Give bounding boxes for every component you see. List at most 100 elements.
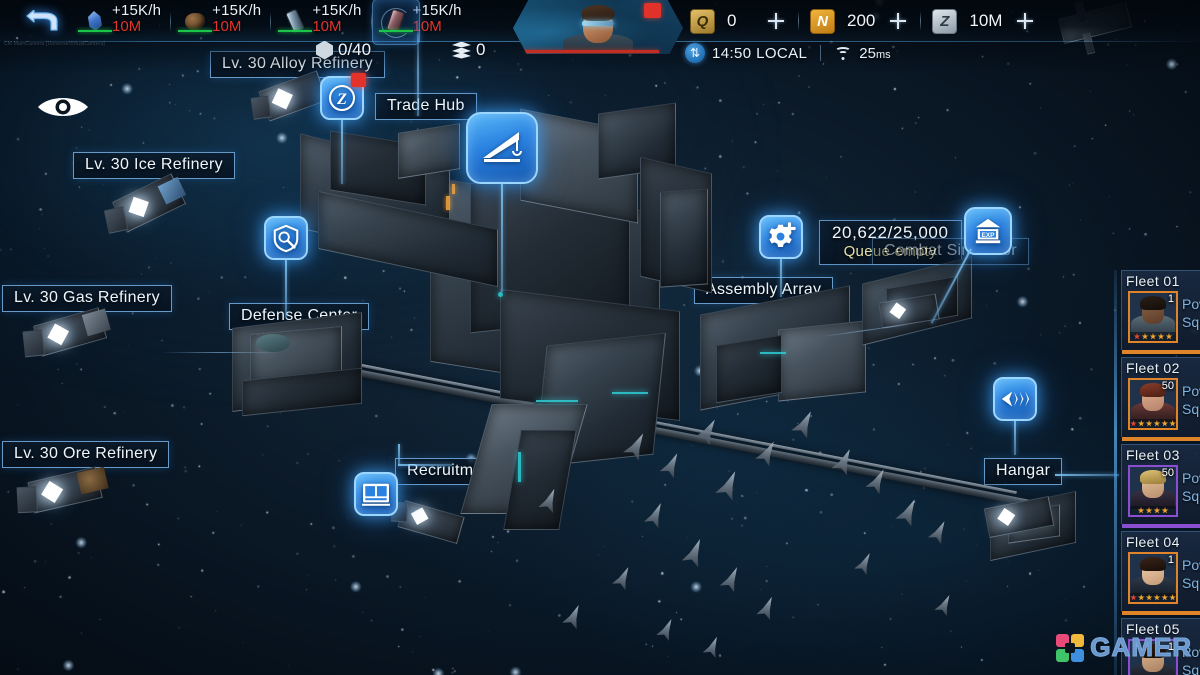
currency-zeny[interactable]: Z 10M	[932, 8, 1036, 34]
fleet-title: Fleet 04	[1126, 534, 1180, 550]
wifi-icon	[834, 46, 852, 60]
currency-value: 0	[727, 11, 737, 30]
fleet-squad-label: Squ	[1182, 401, 1200, 417]
fleet-title: Fleet 03	[1126, 447, 1180, 463]
divider	[170, 12, 172, 32]
star-rating	[1130, 332, 1176, 341]
combat-simulator-button[interactable]: EXP	[964, 207, 1012, 255]
back-button[interactable]	[18, 6, 68, 36]
fleet-panel-rail	[1114, 270, 1117, 675]
gamer-logo-icon	[1056, 633, 1085, 662]
currency-nano[interactable]: N 200	[810, 8, 909, 34]
fleet-card[interactable]: Fleet 04 1 Pow Squ	[1121, 531, 1200, 615]
tier-counter[interactable]: 0	[452, 40, 485, 60]
headquarters-button[interactable]	[466, 112, 538, 184]
currency-gold[interactable]: Q 0	[690, 8, 787, 34]
building-label-headquarters[interactable]: Headquarters	[453, 184, 578, 211]
gold-coin-icon: Q	[690, 8, 715, 34]
eye-icon[interactable]	[36, 94, 90, 125]
resource-gas[interactable]: +15K/h 10M	[278, 3, 361, 41]
fleet-power-label: Pow	[1182, 383, 1200, 399]
resource-bar: +15K/h 10M +15K/h 10M +15K/h 10M +15K/h …	[78, 0, 462, 45]
ping-value: 25ms	[859, 45, 890, 62]
starfield-background	[0, 0, 1200, 675]
market-alert-badge	[351, 73, 366, 87]
hexagon-icon	[316, 40, 333, 60]
fleet-card[interactable]: Fleet 02 50 Pow Squ	[1121, 357, 1200, 441]
fleet-level: 50	[1161, 467, 1174, 479]
fleet-squad-label: Squ	[1182, 488, 1200, 504]
fighter-squadron-icon	[1001, 391, 1030, 407]
zeny-circle-icon: Z	[329, 85, 355, 111]
avatar[interactable]: 50	[1128, 378, 1178, 430]
sync-clock-icon[interactable]: ⇅	[685, 43, 705, 63]
building-label-ore-refinery[interactable]: Lv. 30 Ore Refinery	[2, 441, 170, 468]
resource-ice[interactable]: +15K/h 10M	[78, 2, 162, 41]
currency-bar: Q 0 N 200 Z 10M	[690, 6, 1036, 36]
chevron-stack-icon	[452, 41, 471, 59]
svg-text:EXP: EXP	[981, 232, 995, 239]
avatar[interactable]: 50	[1128, 465, 1178, 517]
resource-amount: 10M	[112, 18, 142, 35]
ping-unit: ms	[875, 48, 891, 61]
resource-rate: +15K/h	[412, 2, 462, 19]
building-label-market[interactable]: Market	[311, 144, 386, 171]
local-time: 14:50 LOCAL	[712, 44, 808, 62]
add-gold-button[interactable]	[765, 10, 787, 32]
recruit-card-icon	[362, 483, 390, 506]
divider	[920, 11, 922, 31]
fleet-squad-label: Squ	[1182, 662, 1200, 675]
add-zeny-button[interactable]	[1014, 10, 1036, 32]
status-row: ⇅ 14:50 LOCAL 25ms	[685, 43, 891, 63]
resource-alloy[interactable]: +15K/h 10M	[371, 0, 462, 45]
building-label-hangar[interactable]: Hangar	[984, 458, 1063, 485]
tier-value: 0	[476, 40, 486, 59]
resource-ore[interactable]: +15K/h 10M	[178, 2, 262, 41]
fleet-title: Fleet 01	[1126, 273, 1180, 289]
capacity-counter[interactable]: 0/40	[316, 40, 371, 60]
fleet-card[interactable]: Fleet 03 50 Pow Squ	[1121, 444, 1200, 528]
currency-value: 200	[847, 11, 876, 30]
market-button[interactable]: Z	[320, 73, 366, 120]
star-rating	[1130, 593, 1176, 602]
svg-text:Z: Z	[336, 91, 347, 108]
alloy-canister-icon	[378, 5, 413, 37]
exp-building-icon: EXP	[975, 218, 1001, 244]
fleet-stats: Pow Squ	[1182, 295, 1200, 331]
add-nano-button[interactable]	[887, 10, 909, 32]
fleet-power-label: Pow	[1182, 557, 1200, 573]
star-rating	[1130, 419, 1176, 428]
fleet-panel: Fleet 01 1 Pow Squ Fleet 02	[1114, 270, 1200, 675]
fleet-title: Fleet 02	[1126, 360, 1180, 376]
building-label-recruitment[interactable]: Recruitment	[395, 458, 509, 485]
resource-rate: +15K/h	[112, 2, 162, 19]
ice-crystal-icon	[78, 5, 112, 37]
resource-rate: +15K/h	[212, 2, 262, 19]
defense-center-button[interactable]	[264, 216, 308, 260]
hangar-button[interactable]	[993, 377, 1037, 421]
building-label-trade-hub[interactable]: Trade Hub	[375, 93, 477, 120]
fleet-level: 1	[1167, 293, 1174, 305]
fleet-squad-label: Squ	[1182, 575, 1200, 591]
divider	[820, 45, 822, 61]
fleet-squad-label: Squ	[1182, 314, 1200, 330]
crane-icon	[483, 132, 522, 162]
ping-number: 25	[859, 44, 876, 62]
assembly-array-button[interactable]	[759, 215, 803, 259]
gear-plus-icon	[769, 222, 796, 247]
space-station-artwork	[0, 0, 1200, 675]
recruitment-button[interactable]	[354, 472, 398, 516]
currency-value: 10M	[969, 11, 1003, 30]
commander-portrait[interactable]	[513, 0, 683, 54]
building-label-ice-refinery[interactable]: Lv. 30 Ice Refinery	[73, 152, 235, 179]
shield-radar-icon	[273, 224, 299, 253]
avatar[interactable]: 1	[1128, 291, 1178, 343]
building-label-assembly-array[interactable]: Assembly Array	[694, 277, 834, 304]
fleet-card[interactable]: Fleet 01 1 Pow Squ	[1121, 270, 1200, 354]
site-watermark: GAMER	[1056, 632, 1192, 663]
avatar[interactable]: 1	[1128, 552, 1178, 604]
commander-health-bar	[519, 50, 659, 53]
building-label-gas-refinery[interactable]: Lv. 30 Gas Refinery	[2, 285, 172, 312]
capacity-value: 0/40	[338, 40, 372, 59]
building-label-defense-center[interactable]: Defense Center	[229, 303, 370, 330]
